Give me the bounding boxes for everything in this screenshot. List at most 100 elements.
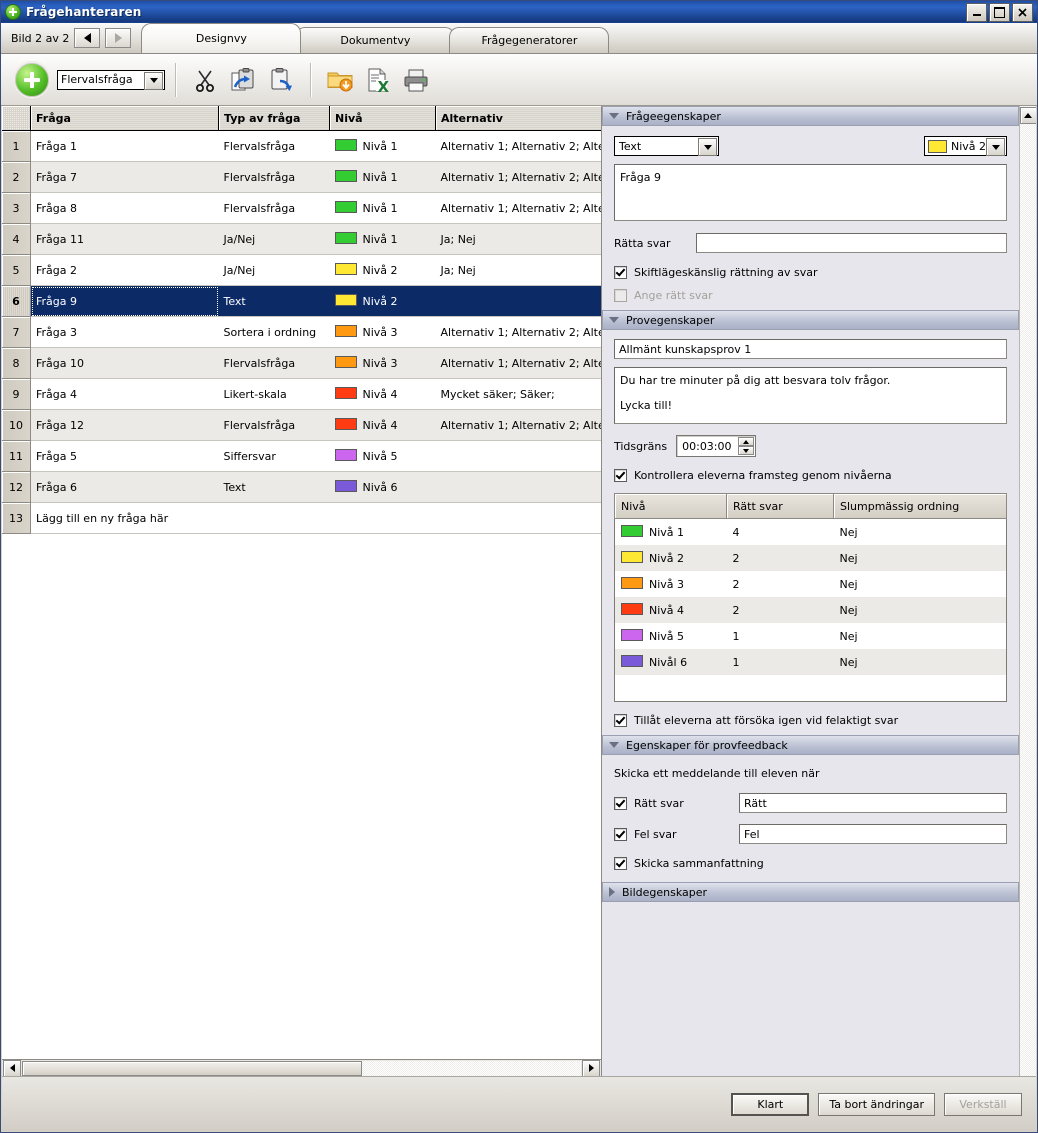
- table-row[interactable]: 5 Fråga 2 Ja/Nej Nivå 2 Ja; Nej: [2, 254, 601, 286]
- chevron-down-icon[interactable]: [698, 138, 717, 156]
- cell-fraga[interactable]: Fråga 6: [30, 471, 219, 503]
- spinner-down-icon[interactable]: [737, 446, 754, 455]
- row-number[interactable]: 5: [2, 254, 31, 286]
- scroll-up-button[interactable]: [1019, 107, 1036, 124]
- row-number[interactable]: 1: [2, 130, 31, 162]
- table-row[interactable]: 2 Fråga 7 Flervalsfråga Nivå 1 Alternativ 1;…: [2, 161, 601, 193]
- cell-typ[interactable]: Flervalsfråga: [218, 409, 330, 441]
- cell-niva[interactable]: Nivå 6: [329, 471, 436, 503]
- scroll-track[interactable]: [22, 1060, 581, 1076]
- cell-typ[interactable]: Text: [218, 471, 330, 503]
- table-row[interactable]: 7 Fråga 3 Sortera i ordning Nivå 3 Alternati…: [2, 316, 601, 348]
- cell-typ[interactable]: Text: [218, 285, 330, 317]
- cell-typ[interactable]: Sortera i ordning: [218, 316, 330, 348]
- cell-niva[interactable]: [329, 502, 436, 534]
- chevron-down-icon[interactable]: [986, 138, 1005, 156]
- scroll-right-button[interactable]: [582, 1059, 600, 1077]
- col-header-niva[interactable]: Nivå: [329, 106, 436, 131]
- cell-niva[interactable]: Nivå 1: [329, 161, 436, 193]
- chevron-down-icon[interactable]: [144, 71, 163, 90]
- next-slide-button[interactable]: [105, 28, 132, 48]
- cell-typ[interactable]: Flervalsfråga: [218, 347, 330, 379]
- cell-alternativ[interactable]: Alternativ 1; Alternativ 2; Alter: [435, 316, 601, 348]
- row-number[interactable]: 12: [2, 471, 31, 503]
- retry-checkbox[interactable]: [614, 714, 627, 727]
- spinner-up-icon[interactable]: [737, 437, 754, 446]
- import-folder-icon[interactable]: [321, 61, 359, 99]
- cell-niva[interactable]: Nivå 3: [329, 347, 436, 379]
- cell-niva[interactable]: Nivå 4: [329, 409, 436, 441]
- cell-fraga[interactable]: Fråga 12: [30, 409, 219, 441]
- paste-icon[interactable]: [262, 61, 300, 99]
- table-row[interactable]: 4 Fråga 11 Ja/Nej Nivå 1 Ja; Nej: [2, 223, 601, 255]
- correct-feedback-input[interactable]: Rätt: [739, 793, 1007, 813]
- question-level-dropdown[interactable]: Nivå 2: [924, 136, 1007, 156]
- row-number[interactable]: 4: [2, 223, 31, 255]
- cell-typ[interactable]: Flervalsfråga: [218, 192, 330, 224]
- cell-typ[interactable]: Ja/Nej: [218, 254, 330, 286]
- cell-alternativ[interactable]: [435, 440, 601, 472]
- row-number[interactable]: 8: [2, 347, 31, 379]
- maximize-button[interactable]: [989, 2, 1010, 22]
- levels-row[interactable]: Nivå 5 1 Nej: [615, 623, 1007, 649]
- cell-fraga[interactable]: Fråga 4: [30, 378, 219, 410]
- section-header-question-properties[interactable]: Frågeegenskaper: [602, 106, 1019, 126]
- table-row[interactable]: 9 Fråga 4 Likert-skala Nivå 4 Mycket säker; …: [2, 378, 601, 410]
- cell-niva[interactable]: Nivå 5: [329, 440, 436, 472]
- col-header-alternativ[interactable]: Alternativ: [435, 106, 601, 131]
- case-sensitive-checkbox[interactable]: [614, 266, 627, 279]
- test-description-input[interactable]: Du har tre minuter på dig att besvara to…: [614, 367, 1007, 424]
- question-text-input[interactable]: Fråga 9: [614, 164, 1007, 221]
- cell-alternativ[interactable]: [435, 285, 601, 317]
- cell-typ[interactable]: Flervalsfråga: [218, 130, 330, 162]
- cell-fraga[interactable]: Fråga 8: [30, 192, 219, 224]
- cell-typ[interactable]: [218, 502, 330, 534]
- row-number[interactable]: 13: [2, 502, 31, 534]
- cell-alternativ[interactable]: Alternativ 1; Alternativ 2; Alter: [435, 130, 601, 162]
- scroll-left-button[interactable]: [3, 1059, 21, 1077]
- spinner-arrows[interactable]: [737, 437, 754, 455]
- cell-typ[interactable]: Ja/Nej: [218, 223, 330, 255]
- levels-row[interactable]: Nivå 3 2 Nej: [615, 571, 1007, 597]
- previous-slide-button[interactable]: [74, 28, 101, 48]
- track-progress-checkbox[interactable]: [614, 469, 627, 482]
- cell-niva[interactable]: Nivå 1: [329, 192, 436, 224]
- row-number[interactable]: 7: [2, 316, 31, 348]
- cell-alternativ[interactable]: [435, 471, 601, 503]
- time-limit-spinner[interactable]: 00:03:00: [676, 435, 756, 457]
- cell-niva[interactable]: Nivå 2: [329, 285, 436, 317]
- cell-fraga[interactable]: Fråga 9: [30, 285, 219, 317]
- send-summary-checkbox[interactable]: [614, 857, 627, 870]
- cell-fraga[interactable]: Fråga 2: [30, 254, 219, 286]
- test-name-input[interactable]: Allmänt kunskapsprov 1: [614, 339, 1007, 359]
- table-row[interactable]: 6 Fråga 9 Text Nivå 2: [2, 285, 601, 317]
- question-type-dropdown[interactable]: Text: [614, 136, 719, 156]
- correct-answer-input[interactable]: [696, 233, 1007, 253]
- table-row[interactable]: 13 Lägg till en ny fråga här: [2, 502, 601, 534]
- levels-row[interactable]: Nivå 2 2 Nej: [614, 545, 1007, 571]
- apply-button[interactable]: Verkställ: [944, 1092, 1022, 1116]
- cell-fraga[interactable]: Fråga 7: [30, 161, 219, 193]
- wrong-feedback-checkbox[interactable]: [614, 827, 627, 841]
- row-number[interactable]: 6: [2, 285, 31, 317]
- cell-niva[interactable]: Nivå 1: [329, 130, 436, 162]
- cell-fraga[interactable]: Fråga 10: [30, 347, 219, 379]
- tab-fragegeneratorer[interactable]: Frågegeneratorer: [449, 27, 610, 53]
- minimize-button[interactable]: [966, 2, 987, 22]
- cell-niva[interactable]: Nivå 1: [329, 223, 436, 255]
- table-row[interactable]: 8 Fråga 10 Flervalsfråga Nivå 3 Alternativ 1…: [2, 347, 601, 379]
- cell-alternativ[interactable]: Mycket säker; Säker;: [435, 378, 601, 410]
- table-row[interactable]: 11 Fråga 5 Siffersvar Nivå 5: [2, 440, 601, 472]
- tab-designvy[interactable]: Designvy: [141, 23, 302, 53]
- cell-fraga[interactable]: Fråga 11: [30, 223, 219, 255]
- col-header-typ[interactable]: Typ av fråga: [218, 106, 330, 131]
- close-button[interactable]: [1012, 2, 1033, 22]
- cell-niva[interactable]: Nivå 2: [329, 254, 436, 286]
- cell-typ[interactable]: Siffersvar: [218, 440, 330, 472]
- cell-alternativ[interactable]: Alternativ 1; Alternativ 2; Alter: [435, 347, 601, 379]
- export-excel-icon[interactable]: X: [359, 61, 397, 99]
- copy-icon[interactable]: [224, 61, 262, 99]
- add-question-icon[interactable]: [15, 62, 49, 97]
- cell-alternativ[interactable]: Alternativ 1; Alternativ 2; Alter: [435, 409, 601, 441]
- cell-typ[interactable]: Flervalsfråga: [218, 161, 330, 193]
